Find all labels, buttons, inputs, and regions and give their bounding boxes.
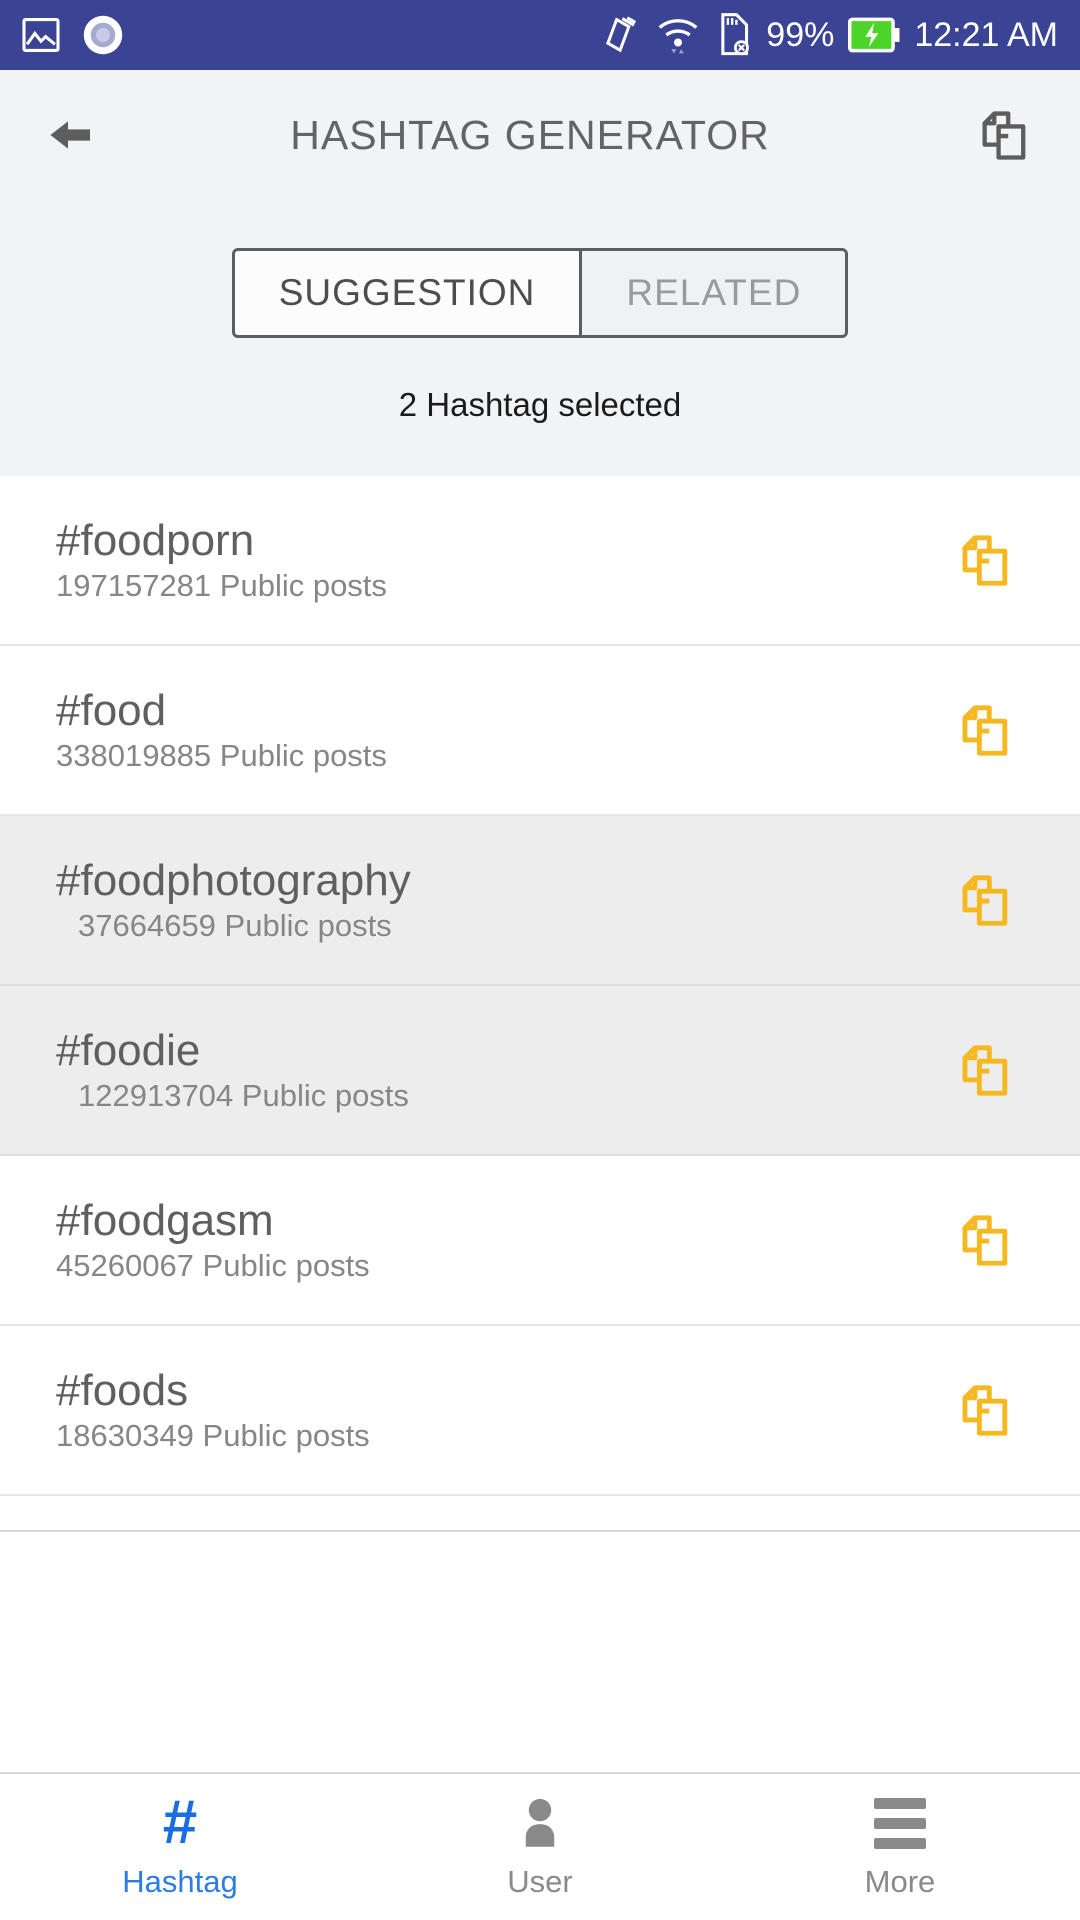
segmented-control: SUGGESTION RELATED [231,248,849,338]
copy-hashtag-icon [962,1385,1008,1436]
hashtag-label: #foodporn [56,516,255,566]
tab-suggestion[interactable]: SUGGESTION [234,251,580,335]
person-icon [513,1794,567,1852]
copy-hashtag-button[interactable] [950,694,1022,766]
nav-item-more[interactable]: More [720,1774,1080,1920]
copy-hashtag-button[interactable] [950,864,1022,936]
battery-charging-icon [848,15,900,55]
nav-item-user[interactable]: User [360,1774,720,1920]
hashtag-list: #foodporn 197157281 Public posts #food 3… [0,476,1080,1496]
hashtag-label: #foodphotography [56,856,411,906]
nav-item-hashtag-label: Hashtag [122,1864,238,1899]
post-count-label: 18630349 Public posts [56,1417,370,1453]
vibrate-icon [600,14,642,56]
photo-icon [22,18,60,52]
arrow-back-icon [50,121,90,149]
nav-item-user-label: User [507,1864,573,1899]
hashtag-label: #foodgasm [56,1196,274,1246]
bottom-navigation: # Hashtag User More [0,1772,1080,1920]
record-circle-icon [82,14,124,56]
status-bar-right-icons: 99% 12:21 AM [600,13,1058,57]
row-text-block: #food 338019885 Public posts [56,687,387,773]
hashtag-label: #foods [56,1366,189,1416]
copy-hashtag-button[interactable] [950,1374,1022,1446]
hashtag-label: #food [56,686,167,736]
copy-hashtag-icon [962,1045,1008,1096]
tab-related[interactable]: RELATED [579,251,846,335]
nav-item-more-label: More [864,1864,936,1899]
page-title: HASHTAG GENERATOR [290,111,770,158]
selected-count-container: 2 Hashtag selected [0,338,1080,476]
sdcard-off-icon [714,13,752,57]
wifi-icon [656,15,700,55]
battery-percent-label: 99% [766,15,835,54]
copy-hashtag-icon [962,1215,1008,1266]
nav-item-hashtag[interactable]: # Hashtag [0,1774,360,1920]
tab-toggle-container: SUGGESTION RELATED [0,200,1080,338]
table-row[interactable]: #foodporn 197157281 Public posts [0,476,1080,646]
tab-related-label: RELATED [626,272,802,313]
status-bar-left-icons [22,14,124,56]
back-button[interactable] [40,105,100,165]
copy-hashtag-button[interactable] [950,1034,1022,1106]
table-row[interactable]: #foodie 122913704 Public posts [0,986,1080,1156]
copy-hashtag-icon [962,535,1008,586]
row-text-block: #foodphotography 37664659 Public posts [56,857,411,943]
copy-hashtag-button[interactable] [950,1204,1022,1276]
post-count-label: 37664659 Public posts [78,907,392,943]
row-text-block: #foodie 122913704 Public posts [56,1027,409,1113]
tab-suggestion-label: SUGGESTION [278,272,536,313]
copy-all-button[interactable] [970,100,1040,170]
hashtag-label: #foodie [56,1026,201,1076]
table-row[interactable]: #foodphotography 37664659 Public posts [0,816,1080,986]
list-bottom-spacer [0,1496,1080,1532]
post-count-label: 197157281 Public posts [56,567,387,603]
post-count-label: 338019885 Public posts [56,737,387,773]
clock-label: 12:21 AM [914,15,1058,54]
post-count-label: 122913704 Public posts [78,1077,409,1113]
copy-hashtag-button[interactable] [950,524,1022,596]
post-count-label: 45260067 Public posts [56,1247,370,1283]
row-text-block: #foodgasm 45260067 Public posts [56,1197,370,1283]
copy-hashtag-icon [962,875,1008,926]
table-row[interactable]: #foods 18630349 Public posts [0,1326,1080,1496]
menu-icon [874,1794,926,1852]
hashtag-icon: # [162,1788,198,1857]
copy-hashtag-icon [962,705,1008,756]
row-text-block: #foods 18630349 Public posts [56,1367,370,1453]
copy-all-icon [982,111,1026,160]
selected-count-label: 2 Hashtag selected [398,386,682,423]
table-row[interactable]: #foodgasm 45260067 Public posts [0,1156,1080,1326]
row-text-block: #foodporn 197157281 Public posts [56,517,387,603]
status-bar: 99% 12:21 AM [0,0,1080,70]
table-row[interactable]: #food 338019885 Public posts [0,646,1080,816]
app-header: HASHTAG GENERATOR [0,70,1080,200]
